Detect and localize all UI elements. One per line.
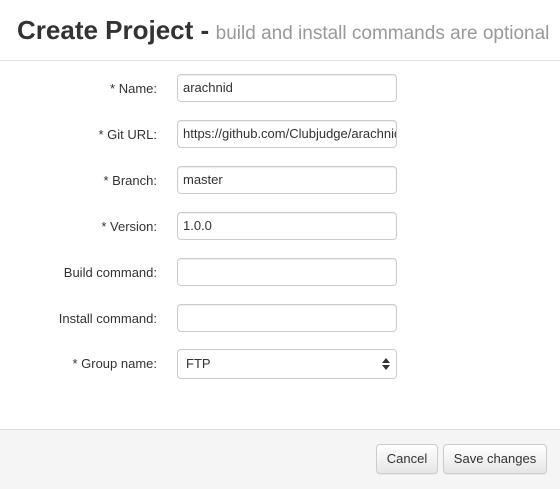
build-command-row: Build command: <box>0 258 560 288</box>
build-command-label: Build command: <box>63 265 157 280</box>
branch-label: * Branch: <box>103 173 157 188</box>
version-label: * Version: <box>101 219 157 234</box>
cancel-button[interactable]: Cancel <box>376 444 438 474</box>
modal-footer: Cancel Save changes <box>0 429 560 489</box>
git-url-input[interactable]: https://github.com/Clubjudge/arachnid <box>177 120 397 148</box>
build-command-input[interactable] <box>177 258 397 286</box>
save-changes-button[interactable]: Save changes <box>443 444 547 474</box>
group-name-label: * Group name: <box>72 356 157 371</box>
branch-row: * Branch: master <box>0 166 560 196</box>
install-command-input[interactable] <box>177 304 397 332</box>
modal-subtitle: build and install commands are optional <box>215 23 550 44</box>
install-command-label: Install command: <box>58 311 157 326</box>
group-name-row: * Group name: FTP <box>0 349 560 379</box>
create-project-modal: Create Project - build and install comma… <box>0 0 560 489</box>
group-name-select[interactable]: FTP <box>177 349 397 379</box>
git-url-row: * Git URL: https://github.com/Clubjudge/… <box>0 120 560 150</box>
modal-header: Create Project - build and install comma… <box>0 0 560 61</box>
branch-input[interactable]: master <box>177 166 397 194</box>
modal-title: Create Project - <box>17 15 210 45</box>
name-input[interactable]: arachnid <box>177 74 397 102</box>
version-input[interactable]: 1.0.0 <box>177 212 397 240</box>
modal-body: * Name: arachnid * Git URL: https://gith… <box>0 61 560 429</box>
group-name-selected-value: FTP <box>186 356 211 371</box>
git-url-label: * Git URL: <box>98 127 157 142</box>
install-command-row: Install command: <box>0 304 560 334</box>
name-label: * Name: <box>110 81 157 96</box>
name-row: * Name: arachnid <box>0 74 560 104</box>
version-row: * Version: 1.0.0 <box>0 212 560 242</box>
select-updown-arrows-icon <box>382 358 390 370</box>
